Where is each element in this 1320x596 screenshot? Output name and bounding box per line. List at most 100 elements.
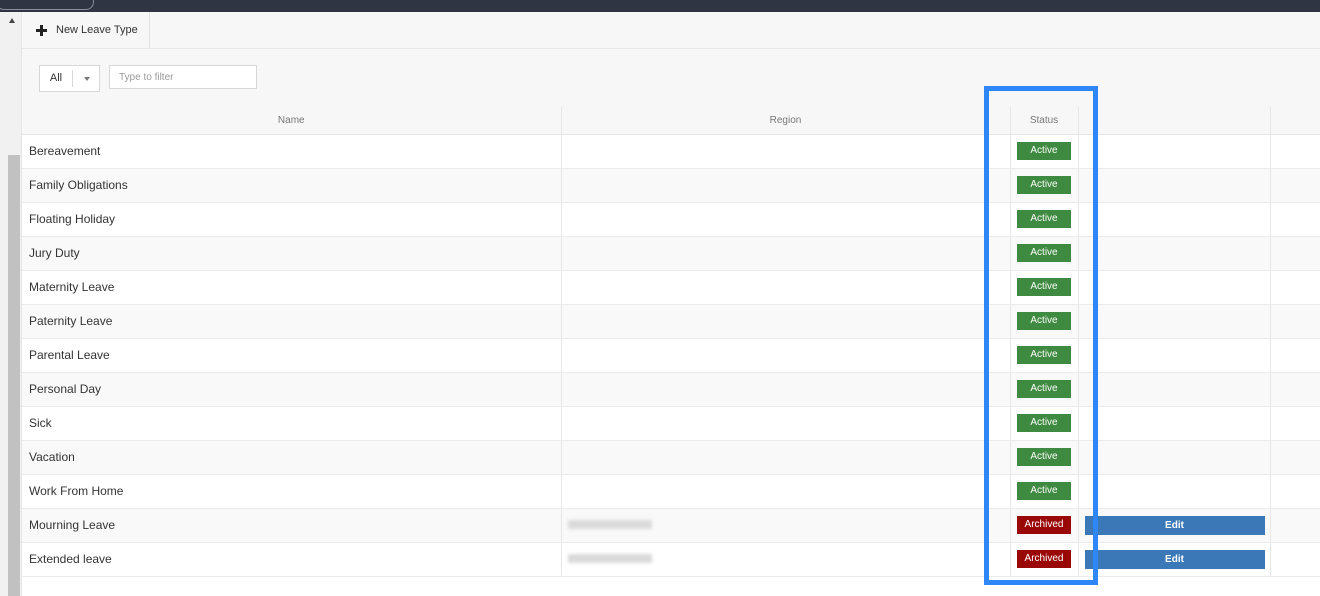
cell-action [1078, 236, 1271, 271]
table-row[interactable]: Sick Active [22, 406, 1320, 441]
cell-name: Maternity Leave [22, 270, 562, 305]
cell-action: Edit [1078, 542, 1271, 577]
cell-region [561, 508, 1011, 543]
new-leave-type-label: New Leave Type [56, 24, 138, 36]
cell-extra [1270, 168, 1320, 203]
cell-action [1078, 338, 1271, 373]
status-badge: Active [1017, 482, 1071, 500]
cell-extra [1270, 508, 1320, 543]
column-header-region[interactable]: Region [561, 107, 1011, 135]
cell-extra [1270, 440, 1320, 475]
cell-name: Floating Holiday [22, 202, 562, 237]
cell-name: Sick [22, 406, 562, 441]
region-redacted [567, 554, 652, 563]
status-badge: Archived [1017, 550, 1071, 568]
cell-status: Active [1010, 338, 1079, 373]
cell-action [1078, 406, 1271, 441]
cell-extra [1270, 406, 1320, 441]
cell-name: Paternity Leave [22, 304, 562, 339]
status-badge: Active [1017, 414, 1071, 432]
cell-region [561, 338, 1011, 373]
cell-status: Active [1010, 236, 1079, 271]
cell-region [561, 542, 1011, 577]
status-badge: Active [1017, 142, 1071, 160]
filter-bar: All [22, 49, 1320, 107]
top-tab[interactable] [0, 0, 94, 10]
cell-extra [1270, 134, 1320, 169]
scroll-up-arrow-icon[interactable] [9, 18, 15, 23]
leave-types-table: Name Region Status Bereavement Active Fa… [22, 107, 1320, 577]
cell-extra [1270, 372, 1320, 407]
cell-region [561, 372, 1011, 407]
cell-extra [1270, 542, 1320, 577]
plus-icon [36, 24, 47, 36]
scroll-thumb[interactable] [8, 155, 20, 596]
cell-status: Archived [1010, 508, 1079, 543]
table-row[interactable]: Mourning Leave Archived Edit [22, 508, 1320, 543]
filter-input[interactable] [109, 65, 257, 89]
edit-button[interactable]: Edit [1084, 549, 1265, 569]
cell-name: Extended leave [22, 542, 562, 577]
cell-action [1078, 304, 1271, 339]
cell-action [1078, 134, 1271, 169]
status-badge: Archived [1017, 516, 1071, 534]
cell-name: Vacation [22, 440, 562, 475]
status-badge: Active [1017, 210, 1071, 228]
column-header-status[interactable]: Status [1010, 107, 1079, 135]
cell-region [561, 236, 1011, 271]
cell-region [561, 134, 1011, 169]
table-row[interactable]: Personal Day Active [22, 372, 1320, 407]
cell-action [1078, 372, 1271, 407]
cell-name: Bereavement [22, 134, 562, 169]
table-row[interactable]: Extended leave Archived Edit [22, 542, 1320, 577]
cell-status: Active [1010, 440, 1079, 475]
chevron-down-icon[interactable] [84, 76, 90, 81]
cell-extra [1270, 236, 1320, 271]
status-badge: Active [1017, 346, 1071, 364]
cell-action: Edit [1078, 508, 1271, 543]
edit-button[interactable]: Edit [1084, 515, 1265, 535]
status-filter-value: All [40, 70, 73, 87]
new-leave-type-button[interactable]: New Leave Type [22, 12, 150, 48]
cell-status: Active [1010, 304, 1079, 339]
cell-region [561, 270, 1011, 305]
cell-name: Parental Leave [22, 338, 562, 373]
table-row[interactable]: Bereavement Active [22, 134, 1320, 169]
cell-name: Mourning Leave [22, 508, 562, 543]
cell-status: Active [1010, 202, 1079, 237]
toolbar: New Leave Type [22, 12, 1320, 49]
table-row[interactable]: Jury Duty Active [22, 236, 1320, 271]
table-row[interactable]: Floating Holiday Active [22, 202, 1320, 237]
cell-extra [1270, 270, 1320, 305]
column-header-extra [1270, 107, 1320, 135]
status-badge: Active [1017, 244, 1071, 262]
cell-status: Active [1010, 406, 1079, 441]
cell-status: Active [1010, 474, 1079, 509]
cell-status: Active [1010, 372, 1079, 407]
cell-action [1078, 270, 1271, 305]
cell-status: Active [1010, 134, 1079, 169]
column-header-name[interactable]: Name [22, 107, 562, 135]
cell-extra [1270, 474, 1320, 509]
cell-extra [1270, 202, 1320, 237]
cell-action [1078, 440, 1271, 475]
cell-region [561, 304, 1011, 339]
status-filter-select[interactable]: All [39, 65, 100, 92]
table-row[interactable]: Vacation Active [22, 440, 1320, 475]
table-row[interactable]: Parental Leave Active [22, 338, 1320, 373]
vertical-scrollbar[interactable] [0, 12, 22, 596]
cell-region [561, 440, 1011, 475]
table-row[interactable]: Family Obligations Active [22, 168, 1320, 203]
cell-action [1078, 474, 1271, 509]
cell-name: Jury Duty [22, 236, 562, 271]
cell-name: Personal Day [22, 372, 562, 407]
status-badge: Active [1017, 380, 1071, 398]
table-row[interactable]: Work From Home Active [22, 474, 1320, 509]
table-row[interactable]: Maternity Leave Active [22, 270, 1320, 305]
cell-region [561, 474, 1011, 509]
table-row[interactable]: Paternity Leave Active [22, 304, 1320, 339]
status-badge: Active [1017, 312, 1071, 330]
column-header-action [1078, 107, 1271, 135]
cell-name: Work From Home [22, 474, 562, 509]
cell-name: Family Obligations [22, 168, 562, 203]
